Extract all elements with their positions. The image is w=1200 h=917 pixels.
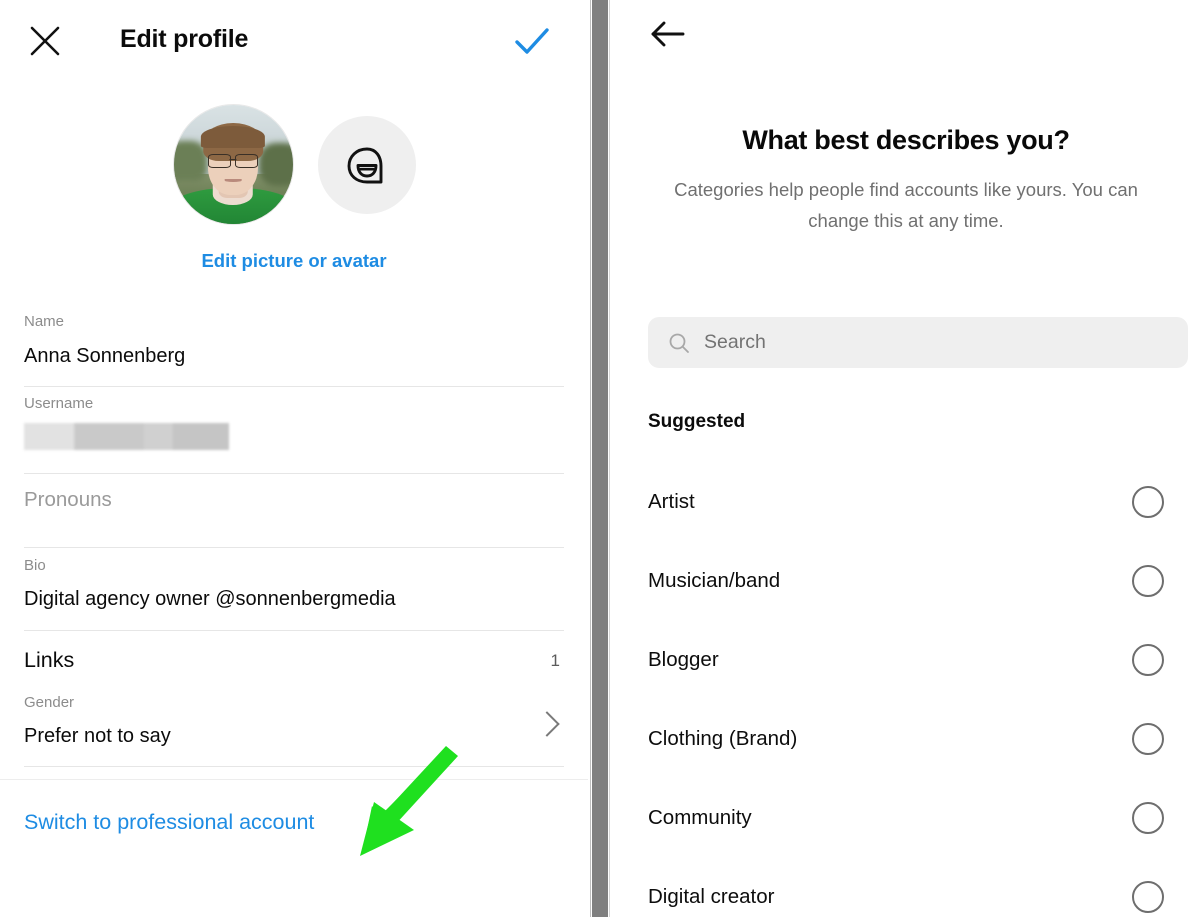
radio-button[interactable] [1132,564,1164,597]
radio-button[interactable] [1132,722,1164,755]
divider-bar [592,0,608,917]
category-label: Digital creator [648,884,775,908]
search-placeholder: Search [704,331,766,353]
edit-profile-header: Edit profile [0,0,588,80]
gender-label: Gender [24,693,75,711]
links-count: 1 [550,650,560,670]
avatar-row [0,104,588,225]
list-item[interactable]: Blogger [612,620,1200,699]
pronouns-input[interactable]: Pronouns [24,480,564,511]
check-icon[interactable] [512,22,552,62]
screenshot-root: Edit profile Edit picture or avatar Name… [0,0,1200,917]
links-label: Links [24,648,75,672]
category-page-title: What best describes you? [742,125,1070,155]
search-input[interactable]: Search [648,317,1188,368]
pronouns-field[interactable]: Pronouns [0,474,588,548]
panel-divider [588,0,612,917]
gender-value: Prefer not to say [24,724,171,747]
category-label: Blogger [648,647,719,671]
category-list: Artist Musician/band Blogger Clothing (B… [612,462,1200,917]
list-item[interactable]: Digital creator [612,857,1200,917]
username-redacted-value[interactable] [24,423,229,450]
search-icon [669,333,689,353]
radio-button[interactable] [1132,880,1164,913]
radio-button[interactable] [1132,801,1164,834]
arrow-left-icon[interactable] [648,13,690,55]
category-page-subtitle: Categories help people find accounts lik… [674,179,1138,231]
list-item[interactable]: Artist [612,462,1200,541]
switch-to-professional-account-link[interactable]: Switch to professional account [0,780,588,835]
edit-profile-panel: Edit profile Edit picture or avatar Name… [0,0,588,917]
radio-button[interactable] [1132,643,1164,676]
gender-field[interactable]: Gender Prefer not to say [0,691,588,767]
bio-input[interactable]: Digital agency owner @sonnenbergmedia [24,573,564,609]
divider-edge-right [609,0,610,917]
name-input[interactable]: Anna Sonnenberg [24,329,564,366]
avatar[interactable] [172,104,294,225]
divider [24,765,564,767]
category-label: Clothing (Brand) [648,726,798,750]
page-title: Edit profile [120,25,249,53]
suggested-section-header: Suggested [648,411,746,432]
list-item[interactable]: Community [612,778,1200,857]
category-label: Community [648,805,752,829]
radio-button[interactable] [1132,485,1164,518]
edit-picture-link[interactable]: Edit picture or avatar [0,250,588,272]
profile-fields: Name Anna Sonnenberg Username Pronouns B… [0,305,588,835]
name-field[interactable]: Name Anna Sonnenberg [0,305,588,387]
name-label: Name [24,313,65,330]
list-item[interactable]: Musician/band [612,541,1200,620]
bio-label: Bio [24,556,46,574]
close-icon[interactable] [26,22,64,60]
links-row[interactable]: Links 1 [0,631,588,691]
username-label: Username [24,395,94,412]
username-field[interactable]: Username [0,387,588,474]
list-item[interactable]: Clothing (Brand) [612,699,1200,778]
bio-field[interactable]: Bio Digital agency owner @sonnenbergmedi… [0,548,588,631]
category-label: Musician/band [648,568,781,592]
category-picker-panel: What best describes you? Categories help… [612,0,1200,917]
divider-edge-left [590,0,591,917]
avatar-face-icon[interactable] [317,115,416,214]
category-label: Artist [648,489,695,513]
